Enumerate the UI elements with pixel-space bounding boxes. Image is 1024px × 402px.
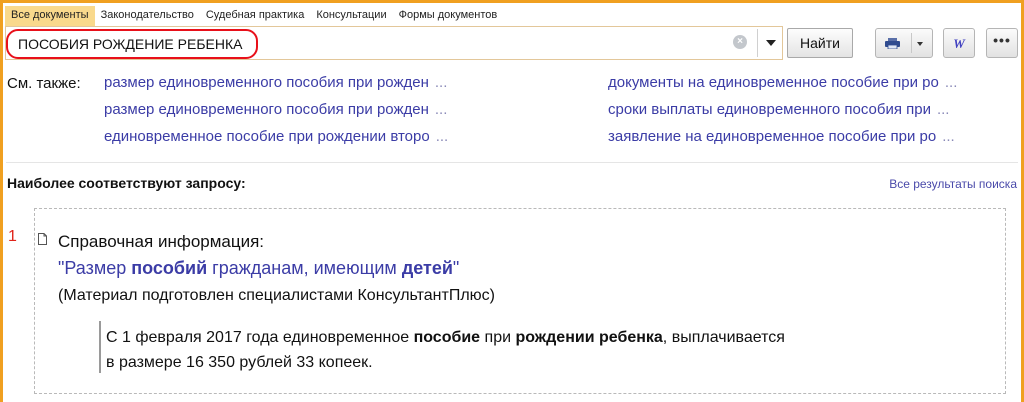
printer-icon xyxy=(885,38,900,49)
see-also-link[interactable]: сроки выплаты единовременного пособия пр… xyxy=(608,101,949,118)
doc-type-tabs: Все документы Законодательство Судебная … xyxy=(5,6,503,26)
see-also-link[interactable]: документы на единовременное пособие при … xyxy=(608,74,957,91)
print-split-divider xyxy=(911,33,912,53)
tab-all-documents[interactable]: Все документы xyxy=(5,6,95,26)
more-options-button[interactable]: ••• xyxy=(986,28,1018,58)
see-also-link[interactable]: заявление на единовременное пособие при … xyxy=(608,128,955,145)
tab-court-practice[interactable]: Судебная практика xyxy=(200,6,310,26)
see-also-link[interactable]: единовременное пособие при рождении втор… xyxy=(104,128,448,145)
result-snippet: С 1 февраля 2017 года единовременное пос… xyxy=(106,325,785,375)
triangle-down-icon xyxy=(765,40,776,46)
all-results-link[interactable]: Все результаты поиска xyxy=(889,177,1017,191)
snippet-quote-bar xyxy=(99,321,101,373)
tab-consultations[interactable]: Консультации xyxy=(310,6,392,26)
see-also-link[interactable]: размер единовременного пособия при рожде… xyxy=(104,74,447,91)
see-also-label: См. также: xyxy=(7,75,81,92)
ellipsis-icon: ••• xyxy=(993,32,1011,48)
chevron-down-icon[interactable] xyxy=(917,42,923,46)
see-also-link[interactable]: размер единовременного пособия при рожде… xyxy=(104,101,447,118)
result-subtitle: (Материал подготовлен специалистами Конс… xyxy=(58,287,495,304)
clear-icon[interactable]: × xyxy=(733,35,747,49)
search-history-dropdown[interactable] xyxy=(757,29,783,57)
word-icon: W xyxy=(953,36,965,51)
best-results-heading: Наиболее соответствуют запросу: xyxy=(7,175,246,191)
snippet-line: С 1 февраля 2017 года единовременное пос… xyxy=(106,329,785,346)
section-divider xyxy=(6,162,1018,163)
find-button[interactable]: Найти xyxy=(787,28,853,58)
result-title-link[interactable]: "Размер пособий гражданам, имеющим детей… xyxy=(58,258,459,279)
result-category: Справочная информация: xyxy=(58,232,265,251)
search-query-text: ПОСОБИЯ РОЖДЕНИЕ РЕБЕНКА xyxy=(18,36,243,52)
tab-document-forms[interactable]: Формы документов xyxy=(393,6,504,26)
document-icon xyxy=(38,233,47,245)
export-word-button[interactable]: W xyxy=(943,28,975,58)
search-input[interactable]: ПОСОБИЯ РОЖДЕНИЕ РЕБЕНКА xyxy=(5,26,783,60)
print-button[interactable] xyxy=(875,28,933,58)
tab-legislation[interactable]: Законодательство xyxy=(95,6,200,26)
snippet-line: в размере 16 350 рублей 33 копеек. xyxy=(106,354,373,371)
result-number: 1 xyxy=(8,228,17,245)
